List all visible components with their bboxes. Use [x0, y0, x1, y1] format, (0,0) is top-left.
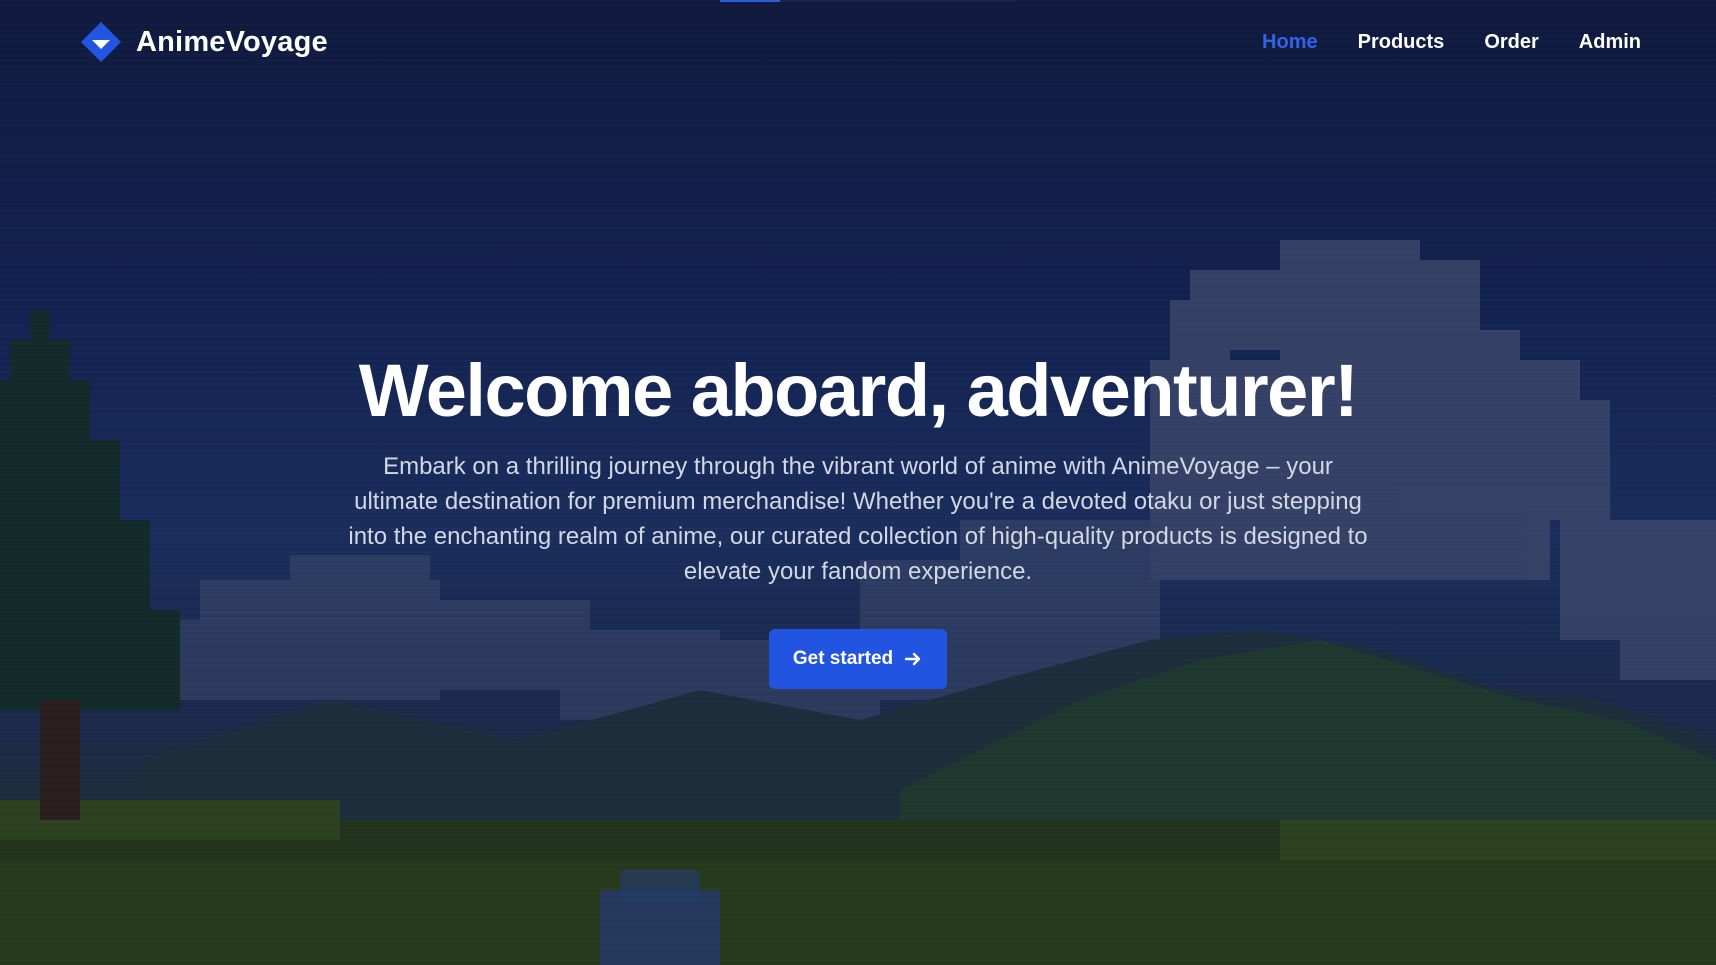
nav-item-admin[interactable]: Admin: [1579, 31, 1641, 54]
hero-description: Embark on a thrilling journey through th…: [348, 453, 1368, 586]
landing-page: AnimeVoyage Home Products Order Admin We…: [0, 0, 1716, 965]
get-started-label: Get started: [792, 648, 894, 670]
nav-item-home[interactable]: Home: [1262, 31, 1318, 54]
get-started-button[interactable]: Get started: [768, 629, 948, 690]
navbar: AnimeVoyage Home Products Order Admin: [0, 0, 1716, 84]
brand-link[interactable]: AnimeVoyage: [80, 21, 328, 63]
hero-section: Welcome aboard, adventurer! Embark on a …: [0, 349, 1716, 690]
nav-item-products[interactable]: Products: [1358, 31, 1445, 54]
arrow-right-icon: [904, 653, 921, 666]
diamond-chevron-icon: [81, 22, 121, 62]
brand-name: AnimeVoyage: [136, 25, 328, 58]
hero-title: Welcome aboard, adventurer!: [358, 349, 1359, 432]
nav-item-order[interactable]: Order: [1484, 31, 1538, 54]
nav-links: Home Products Order Admin: [1262, 31, 1641, 54]
